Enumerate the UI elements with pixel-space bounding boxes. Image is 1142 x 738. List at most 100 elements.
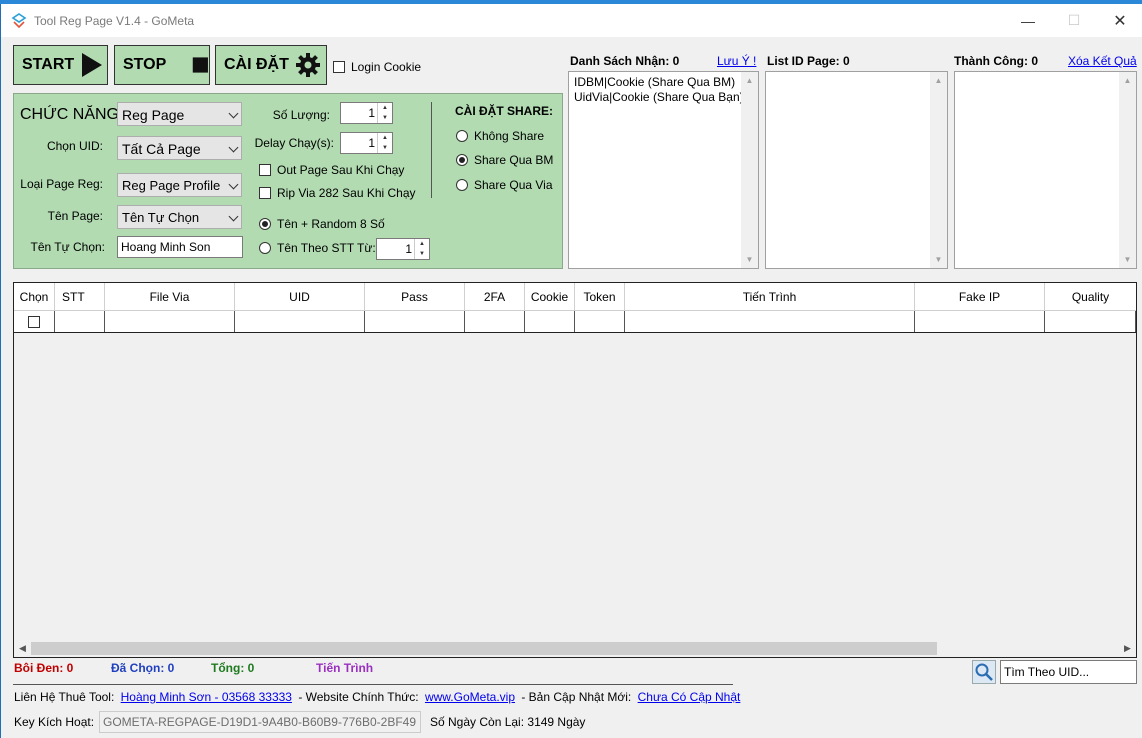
accounts-table[interactable]: Chọn STT File Via UID Pass 2FA Cookie To… xyxy=(13,282,1137,658)
uid-label: Chọn UID: xyxy=(46,139,103,153)
scroll-down-icon[interactable]: ▼ xyxy=(930,251,947,268)
days-left: Số Ngày Còn Lại: 3149 Ngày xyxy=(430,715,586,729)
rip-via-checkbox[interactable]: Rip Via 282 Sau Khi Chạy xyxy=(259,186,416,200)
column-header[interactable]: Quality xyxy=(1045,283,1136,310)
login-cookie-box[interactable] xyxy=(333,61,345,73)
stop-button[interactable]: STOP xyxy=(114,45,210,85)
share-via-radio[interactable]: Share Qua Via xyxy=(456,178,553,192)
column-header[interactable]: File Via xyxy=(105,283,235,310)
column-header[interactable]: UID xyxy=(235,283,365,310)
share-none-radio[interactable]: Không Share xyxy=(456,129,544,143)
column-header[interactable]: Token xyxy=(575,283,625,310)
scrollbar[interactable]: ▲ ▼ xyxy=(1119,72,1136,268)
uid-select[interactable]: Tất Cả Page xyxy=(117,136,242,160)
stop-icon xyxy=(193,57,209,73)
rip-via-label: Rip Via 282 Sau Khi Chạy xyxy=(277,186,416,200)
spin-down-icon[interactable]: ▼ xyxy=(415,249,429,259)
column-header[interactable]: Fake IP xyxy=(915,283,1045,310)
receive-list-heading: Danh Sách Nhận: 0 xyxy=(570,54,680,68)
scroll-right-icon[interactable]: ▶ xyxy=(1119,640,1136,657)
contact-link[interactable]: Hoàng Minh Sơn - 03568 33333 xyxy=(121,690,292,704)
scroll-down-icon[interactable]: ▼ xyxy=(741,251,758,268)
table-cell xyxy=(1045,311,1136,332)
share-heading: CÀI ĐẶT SHARE: xyxy=(455,104,553,118)
radio-selected-icon[interactable] xyxy=(259,218,271,230)
divider xyxy=(431,102,432,198)
page-name-select[interactable]: Tên Tự Chọn xyxy=(117,205,242,229)
spin-up-icon[interactable]: ▲ xyxy=(378,133,392,143)
success-list-box[interactable]: ▲ ▼ xyxy=(954,71,1137,269)
list-item: IDBM|Cookie (Share Qua BM) xyxy=(574,75,736,89)
column-header[interactable]: Cookie xyxy=(525,283,575,310)
out-page-label: Out Page Sau Khi Chạy xyxy=(277,163,405,177)
table-cell xyxy=(465,311,525,332)
note-link[interactable]: Lưu Ý ! xyxy=(717,54,756,68)
custom-name-input[interactable]: Hoang Minh Son xyxy=(117,236,243,258)
uid-value: Tất Cả Page xyxy=(122,141,201,157)
update-link[interactable]: Chưa Có Cập Nhật xyxy=(638,690,741,704)
close-button[interactable]: ✕ xyxy=(1097,4,1142,37)
scroll-down-icon[interactable]: ▼ xyxy=(1119,251,1136,268)
function-label: CHỨC NĂNG: xyxy=(20,106,124,123)
share-bm-radio[interactable]: Share Qua BM xyxy=(456,153,553,167)
delay-stepper[interactable]: 1 ▲ ▼ xyxy=(340,132,393,154)
custom-name-value: Hoang Minh Son xyxy=(121,240,211,254)
name-stt-stepper[interactable]: 1 ▲ ▼ xyxy=(376,238,430,260)
activation-key-field[interactable]: GOMETA-REGPAGE-D19D1-9A4B0-B60B9-776B0-2… xyxy=(99,711,421,733)
window-title: Tool Reg Page V1.4 - GoMeta xyxy=(34,14,195,28)
horizontal-scrollbar[interactable]: ◀ ▶ xyxy=(14,640,1136,657)
name-stt-radio[interactable]: Tên Theo STT Từ: xyxy=(259,241,376,255)
column-header[interactable]: Tiến Trình xyxy=(625,283,915,310)
table-cell xyxy=(105,311,235,332)
row-checkbox[interactable] xyxy=(28,315,40,328)
scrollbar[interactable]: ▲ ▼ xyxy=(741,72,758,268)
start-button[interactable]: START xyxy=(13,45,108,85)
chevron-down-icon xyxy=(228,142,239,153)
page-type-label: Loại Page Reg: xyxy=(20,177,103,191)
out-page-box[interactable] xyxy=(259,164,271,176)
out-page-checkbox[interactable]: Out Page Sau Khi Chạy xyxy=(259,163,404,177)
spin-up-icon[interactable]: ▲ xyxy=(415,239,429,249)
select-cell[interactable] xyxy=(14,311,55,332)
radio-icon[interactable] xyxy=(259,242,271,254)
table-row[interactable] xyxy=(14,311,1136,333)
login-cookie-checkbox[interactable]: Login Cookie xyxy=(333,60,421,74)
scroll-thumb[interactable] xyxy=(31,642,937,655)
play-icon xyxy=(82,53,103,77)
column-header[interactable]: Chọn xyxy=(14,283,55,310)
rip-via-box[interactable] xyxy=(259,187,271,199)
function-select[interactable]: Reg Page xyxy=(117,102,242,126)
scroll-up-icon[interactable]: ▲ xyxy=(741,72,758,89)
website-link[interactable]: www.GoMeta.vip xyxy=(425,690,515,704)
radio-selected-icon[interactable] xyxy=(456,154,468,166)
start-label: START xyxy=(22,56,75,73)
key-label: Key Kích Hoạt: xyxy=(14,715,95,729)
page-type-select[interactable]: Reg Page Profile xyxy=(117,173,242,197)
success-list-heading: Thành Công: 0 xyxy=(954,54,1038,68)
page-list-box[interactable]: ▲ ▼ xyxy=(765,71,948,269)
uid-search-input[interactable]: Tìm Theo UID... xyxy=(1000,660,1137,684)
receive-list-box[interactable]: IDBM|Cookie (Share Qua BM) UidVia|Cookie… xyxy=(568,71,759,269)
spin-up-icon[interactable]: ▲ xyxy=(378,103,392,113)
spin-down-icon[interactable]: ▼ xyxy=(378,143,392,153)
scrollbar[interactable]: ▲ ▼ xyxy=(930,72,947,268)
scroll-up-icon[interactable]: ▲ xyxy=(930,72,947,89)
radio-icon[interactable] xyxy=(456,179,468,191)
scroll-left-icon[interactable]: ◀ xyxy=(14,640,31,657)
quantity-stepper[interactable]: 1 ▲ ▼ xyxy=(340,102,393,124)
column-header[interactable]: 2FA xyxy=(465,283,525,310)
column-header[interactable]: Pass xyxy=(365,283,465,310)
selected-count: Đã Chọn: 0 xyxy=(111,661,175,675)
column-header[interactable]: STT xyxy=(55,283,105,310)
minimize-button[interactable]: — xyxy=(1005,4,1051,37)
settings-button[interactable]: CÀI ĐẶT xyxy=(215,45,327,85)
clear-results-link[interactable]: Xóa Kết Quả xyxy=(1068,54,1137,68)
radio-icon[interactable] xyxy=(456,130,468,142)
name-random-radio[interactable]: Tên + Random 8 Số xyxy=(259,217,385,231)
delay-value: 1 xyxy=(368,136,375,150)
search-button[interactable] xyxy=(972,660,996,684)
chevron-down-icon xyxy=(228,179,239,190)
maximize-button[interactable]: ☐ xyxy=(1051,4,1097,37)
spin-down-icon[interactable]: ▼ xyxy=(378,113,392,123)
scroll-up-icon[interactable]: ▲ xyxy=(1119,72,1136,89)
